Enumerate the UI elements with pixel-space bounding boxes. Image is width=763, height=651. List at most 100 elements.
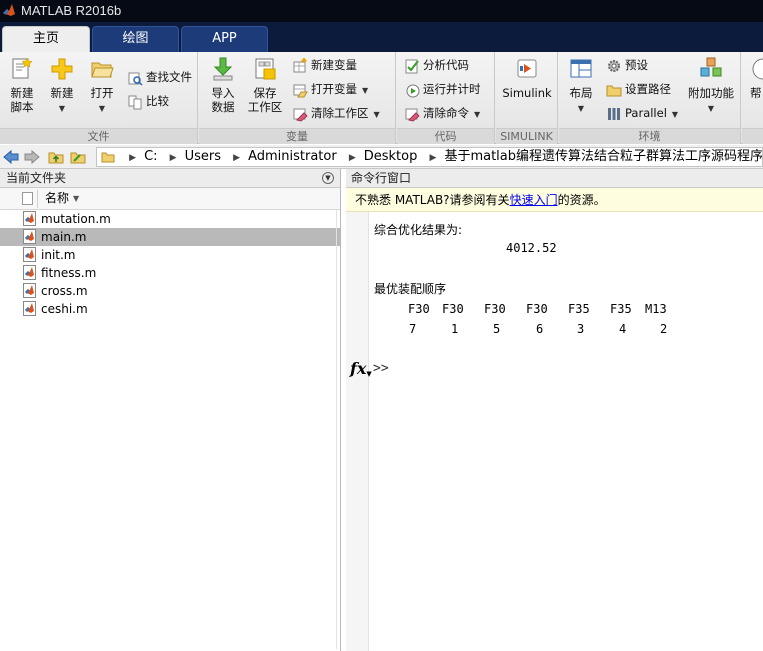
add-ons-cubes-icon [700,57,722,77]
file-list-scrollbar[interactable] [336,210,339,649]
ribbon-section-file: 新建 脚本 新建 ▼ 打开 ▼ 查找文件 比较 文件 [0,52,198,144]
matlab-file-icon [23,247,36,262]
name-column-header[interactable]: 名称 [45,188,69,209]
file-list-item[interactable]: ceshi.m [0,300,340,318]
result-label: 综合优化结果为: [374,223,463,237]
browse-folder-icon[interactable] [70,149,86,165]
import-data-button[interactable]: 导入 数据 [205,56,241,114]
command-prompt[interactable]: >> [373,361,389,376]
order-header-cell: F35 [610,302,632,316]
file-name: init.m [41,248,76,262]
run-and-time-button[interactable]: 运行并计时 [404,80,481,100]
open-variable-icon [293,84,308,97]
command-window: 命令行窗口 不熟悉 MATLAB?请参阅有关快速入门的资源。 综合优化结果为: … [346,169,763,651]
breadcrumb-item[interactable]: 基于matlab编程遗传算法结合粒子群算法工序源码程序 [444,148,762,166]
file-list: mutation.m main.m init.m fitness.m cross.m ce… [0,210,340,318]
set-path-label: 设置路径 [625,82,671,96]
breadcrumb-item[interactable]: Users [185,148,221,166]
add-ons-dropdown-icon[interactable]: ▼ [686,102,736,116]
order-value-cell: 1 [451,322,459,336]
sort-down-icon[interactable]: ▼ [73,188,79,209]
parallel-dropdown-icon[interactable]: ▼ [672,110,678,119]
new-button[interactable]: 新建 ▼ [44,56,80,116]
clear-commands-dropdown-icon[interactable]: ▼ [474,110,480,119]
matlab-file-icon [23,301,36,316]
up-folder-icon[interactable] [48,149,64,165]
new-variable-icon [293,57,307,72]
tab-plots[interactable]: 绘图 [92,26,179,52]
section-label-environment: 环境 [559,128,740,144]
save-workspace-button[interactable]: 保存 工作区 [245,56,285,114]
forward-arrow-icon[interactable] [24,149,40,165]
file-name: mutation.m [41,212,111,226]
help-button[interactable]: 帮 [750,56,763,100]
analyze-code-button[interactable]: 分析代码 [404,56,469,76]
clear-workspace-button[interactable]: 清除工作区 ▼ [292,104,380,124]
section-label-code: 代码 [397,128,494,144]
find-files-button[interactable]: 查找文件 [127,68,192,88]
breadcrumb-item[interactable]: C: [144,148,157,166]
file-list-item[interactable]: main.m [0,228,340,246]
run-and-time-label: 运行并计时 [423,82,481,96]
clear-commands-button[interactable]: 清除命令 ▼ [404,104,480,124]
matlab-file-icon [23,265,36,280]
command-window-title: 命令行窗口 [346,169,763,188]
open-dropdown-icon[interactable]: ▼ [84,102,120,116]
ribbon-section-code: 分析代码 运行并计时 清除命令 ▼ 代码 [397,52,495,144]
clear-workspace-dropdown-icon[interactable]: ▼ [374,110,380,119]
breadcrumb-item[interactable]: Desktop [364,148,418,166]
file-list-item[interactable]: mutation.m [0,210,340,228]
command-window-gutter [346,212,369,651]
breadcrumb[interactable]: ▶ C: ▶ Users ▶ Administrator ▶ Desktop ▶ 基于ma… [96,147,763,167]
analyze-code-label: 分析代码 [423,58,469,72]
back-arrow-icon[interactable] [3,149,19,165]
file-list-header[interactable]: 名称 ▼ [0,188,340,210]
file-type-column-icon [22,192,33,205]
folder-icon [101,152,115,162]
function-browser-icon[interactable]: fx▼ [350,359,372,378]
new-dropdown-icon[interactable]: ▼ [44,102,80,116]
preferences-label: 预设 [625,58,648,72]
new-variable-button[interactable]: 新建变量 [292,56,357,76]
file-list-item[interactable]: init.m [0,246,340,264]
breadcrumb-separator-icon: ▶ [348,153,356,163]
layout-dropdown-icon[interactable]: ▼ [565,102,597,116]
open-button[interactable]: 打开 ▼ [84,56,120,116]
current-folder-title: 当前文件夹 ▼ [0,169,340,188]
file-list-item[interactable]: fitness.m [0,264,340,282]
file-name: ceshi.m [41,302,88,316]
breadcrumb-item[interactable]: Administrator [248,148,337,166]
import-data-icon [213,57,233,81]
order-value-cell: 2 [660,322,668,336]
layout-button[interactable]: 布局 ▼ [565,56,597,116]
help-label: 帮 [750,86,762,100]
set-path-icon [606,85,622,96]
new-variable-label: 新建变量 [311,58,357,72]
help-icon [752,58,763,80]
open-variable-dropdown-icon[interactable]: ▼ [362,86,368,95]
panel-actions-icon[interactable]: ▼ [322,172,334,184]
file-list-item[interactable]: cross.m [0,282,340,300]
save-workspace-icon [255,58,276,80]
getting-started-link[interactable]: 快速入门 [510,193,558,207]
new-script-button[interactable]: 新建 脚本 [4,56,40,114]
open-variable-button[interactable]: 打开变量 ▼ [292,80,368,100]
simulink-icon [517,59,537,78]
set-path-button[interactable]: 设置路径 [606,80,671,100]
window-title: MATLAB R2016b [21,3,122,18]
tab-home[interactable]: 主页 [2,26,90,52]
gear-icon [608,59,620,72]
parallel-button[interactable]: Parallel ▼ [606,104,678,124]
breadcrumb-separator-icon: ▶ [169,153,177,163]
breadcrumb-separator-icon: ▶ [429,153,437,163]
order-header-cell: F30 [526,302,548,316]
order-value-cell: 7 [409,322,417,336]
add-ons-button[interactable]: 附加功能 ▼ [686,56,736,116]
compare-button[interactable]: 比较 [127,92,169,112]
simulink-button[interactable]: Simulink [502,56,552,100]
analyze-code-icon [405,59,419,73]
matlab-file-icon [23,283,36,298]
tab-apps[interactable]: APP [181,26,268,52]
preferences-button[interactable]: 预设 [606,56,648,76]
open-label: 打开 [90,86,114,100]
